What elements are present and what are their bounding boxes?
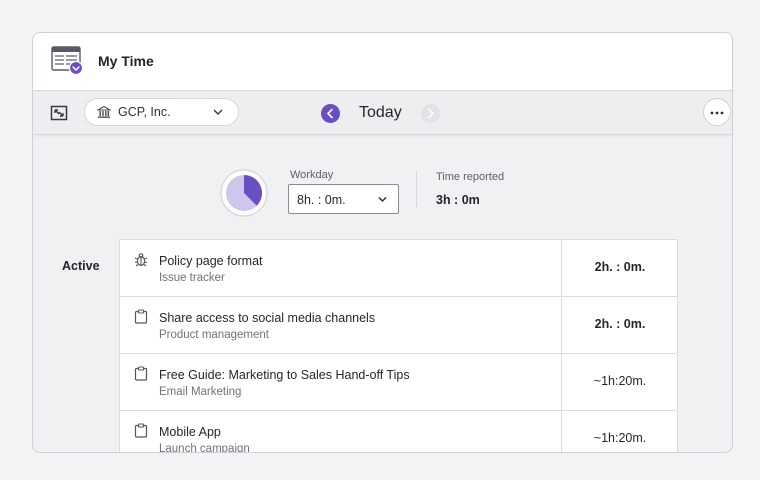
- task-project: Launch campaign: [159, 443, 250, 453]
- task-project: Email Marketing: [159, 386, 242, 398]
- task-time[interactable]: ~1h:20m.: [562, 374, 678, 388]
- workday-select-value: 8h. : 0m.: [297, 193, 346, 207]
- time-reported-pie-chart: [220, 169, 268, 217]
- task-row[interactable]: Mobile App Launch campaign ~1h:20m.: [119, 410, 678, 453]
- company-select-value: GCP, Inc.: [118, 105, 171, 119]
- active-task-list: Policy page format Issue tracker 2h. : 0…: [119, 239, 678, 453]
- chevron-down-icon: [213, 109, 223, 115]
- chevron-left-icon: [326, 108, 333, 119]
- more-options-button[interactable]: [703, 98, 731, 126]
- bug-icon: [134, 253, 148, 267]
- time-reported-label: Time reported: [436, 171, 505, 183]
- task-time[interactable]: 2h. : 0m.: [562, 317, 678, 331]
- chevron-right-icon: [428, 108, 434, 119]
- more-horizontal-icon: [710, 111, 724, 115]
- company-select[interactable]: GCP, Inc.: [84, 98, 239, 126]
- time-summary: Workday 8h. : 0m. Time reported 3h : 0m: [33, 136, 732, 236]
- date-label: Today: [359, 104, 402, 121]
- task-title: Policy page format: [159, 254, 263, 268]
- task-title: Free Guide: Marketing to Sales Hand-off …: [159, 368, 410, 382]
- my-time-window: My Time GCP, Inc. Today Workday 8h.: 0m…: [32, 32, 733, 453]
- time-reported-value: 3h : 0m: [436, 193, 480, 207]
- task-project: Issue tracker: [159, 272, 225, 284]
- clipboard-icon: [134, 309, 148, 324]
- clipboard-icon: [134, 423, 148, 438]
- active-section-label: Active: [62, 259, 100, 273]
- next-day-button[interactable]: [421, 104, 440, 123]
- bank-icon: [97, 105, 111, 118]
- expand-icon[interactable]: [50, 104, 68, 122]
- summary-divider: [416, 171, 417, 207]
- task-project: Product management: [159, 329, 269, 341]
- task-time[interactable]: 2h. : 0m.: [562, 260, 678, 274]
- task-row[interactable]: Policy page format Issue tracker 2h. : 0…: [119, 239, 678, 297]
- title-bar: My Time: [33, 33, 732, 91]
- task-title: Mobile App: [159, 425, 221, 439]
- task-title: Share access to social media channels: [159, 311, 376, 325]
- task-row[interactable]: Free Guide: Marketing to Sales Hand-off …: [119, 353, 678, 411]
- previous-day-button[interactable]: [321, 104, 340, 123]
- app-title: My Time: [98, 53, 154, 69]
- timesheet-app-icon: [51, 46, 84, 76]
- workday-label: Workday: [290, 169, 334, 181]
- task-row[interactable]: Share access to social media channels Pr…: [119, 296, 678, 354]
- clipboard-icon: [134, 366, 148, 381]
- workday-select[interactable]: 8h. : 0m.: [288, 184, 399, 214]
- toolbar: GCP, Inc. Today: [33, 91, 732, 135]
- task-time[interactable]: ~1h:20m.: [562, 431, 678, 445]
- chevron-down-icon: [378, 196, 387, 203]
